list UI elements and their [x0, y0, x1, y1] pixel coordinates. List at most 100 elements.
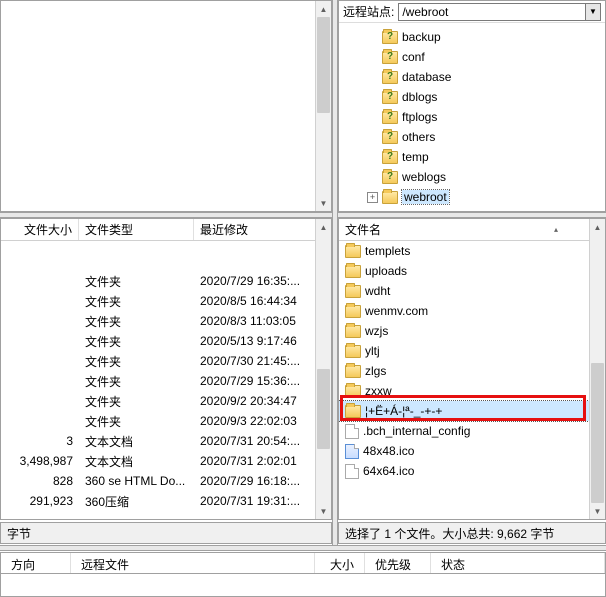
remote-status-bar: 选择了 1 个文件。大小总共: 9,662 字节: [338, 522, 606, 544]
tree-item-label: dblogs: [402, 90, 437, 104]
table-row[interactable]: 文件夹2020/8/3 11:03:05: [1, 311, 331, 331]
sort-asc-icon: ▴: [554, 225, 558, 234]
table-row[interactable]: 文件夹2020/9/3 22:02:03: [1, 411, 331, 431]
local-list-header[interactable]: 文件大小 文件类型 最近修改: [1, 219, 331, 241]
table-row[interactable]: 文件夹2020/7/29 15:36:...: [1, 371, 331, 391]
dropdown-icon[interactable]: ▼: [586, 3, 601, 21]
tree-item-label: others: [402, 130, 435, 144]
transfer-queue-body[interactable]: [0, 574, 606, 597]
table-row[interactable]: 3,498,987文本文档2020/7/31 2:02:01: [1, 451, 331, 471]
folder-icon: [345, 305, 361, 318]
tree-item[interactable]: dblogs: [339, 87, 605, 107]
tree-item[interactable]: + webroot: [339, 187, 605, 207]
remote-address-bar: 远程站点: /webroot ▼: [339, 1, 605, 23]
list-item[interactable]: wdht: [339, 281, 605, 301]
folder-icon: [382, 151, 398, 164]
expand-icon[interactable]: +: [367, 192, 378, 203]
file-name: 48x48.ico: [363, 444, 414, 458]
scrollbar[interactable]: ▲ ▼: [315, 1, 331, 211]
list-item[interactable]: 48x48.ico: [339, 441, 605, 461]
transfer-queue-header[interactable]: 方向 远程文件 大小 优先级 状态: [0, 552, 606, 574]
scroll-up-icon[interactable]: ▲: [590, 219, 605, 235]
scroll-down-icon[interactable]: ▼: [316, 503, 331, 519]
tree-item[interactable]: temp: [339, 147, 605, 167]
folder-icon: [382, 31, 398, 44]
scroll-up-icon[interactable]: ▲: [316, 219, 331, 235]
list-item[interactable]: 64x64.ico: [339, 461, 605, 481]
list-item[interactable]: ¦+Ë+Á-¦ª-_-+-+: [339, 401, 605, 421]
list-item[interactable]: yltj: [339, 341, 605, 361]
file-name: ¦+Ë+Á-¦ª-_-+-+: [365, 404, 442, 418]
list-item[interactable]: wzjs: [339, 321, 605, 341]
list-item[interactable]: uploads: [339, 261, 605, 281]
tree-item[interactable]: database: [339, 67, 605, 87]
scroll-thumb[interactable]: [591, 363, 604, 503]
scrollbar[interactable]: ▲ ▼: [589, 219, 605, 519]
folder-icon: [345, 285, 361, 298]
table-row[interactable]: 文件夹2020/9/2 20:34:47: [1, 391, 331, 411]
col-type[interactable]: 文件类型: [79, 219, 194, 240]
col-remote-file[interactable]: 远程文件: [71, 553, 315, 573]
col-size[interactable]: 文件大小: [1, 219, 79, 240]
folder-icon: [345, 365, 361, 378]
col-status[interactable]: 状态: [431, 553, 605, 573]
tree-item-label: webroot: [402, 190, 449, 204]
file-name: wenmv.com: [365, 304, 428, 318]
remote-list-header[interactable]: 文件名▴: [339, 219, 605, 241]
file-icon: [345, 464, 359, 479]
file-name: yltj: [365, 344, 380, 358]
tree-item[interactable]: weblogs: [339, 167, 605, 187]
tree-item[interactable]: conf: [339, 47, 605, 67]
folder-icon: [345, 345, 361, 358]
list-item[interactable]: .bch_internal_config: [339, 421, 605, 441]
folder-icon: [345, 265, 361, 278]
tree-item-label: temp: [402, 150, 429, 164]
col-size[interactable]: 大小: [315, 553, 365, 573]
list-item[interactable]: zxxw: [339, 381, 605, 401]
col-filename[interactable]: 文件名▴: [339, 219, 605, 240]
table-row[interactable]: 3文本文档2020/7/31 20:54:...: [1, 431, 331, 451]
file-icon: [345, 424, 359, 439]
folder-icon: [382, 91, 398, 104]
table-row[interactable]: 文件夹2020/7/29 16:35:...: [1, 271, 331, 291]
col-modified[interactable]: 最近修改: [194, 219, 331, 240]
table-row[interactable]: 文件夹2020/5/13 9:17:46: [1, 331, 331, 351]
remote-site-label: 远程站点:: [343, 3, 394, 20]
tree-item[interactable]: others: [339, 127, 605, 147]
file-name: uploads: [365, 264, 407, 278]
file-name: wzjs: [365, 324, 388, 338]
col-direction[interactable]: 方向: [1, 553, 71, 573]
list-item[interactable]: templets: [339, 241, 605, 261]
folder-icon: [382, 131, 398, 144]
list-item[interactable]: zlgs: [339, 361, 605, 381]
file-name: zxxw: [365, 384, 392, 398]
scroll-down-icon[interactable]: ▼: [590, 503, 605, 519]
folder-icon: [345, 325, 361, 338]
tree-item[interactable]: ftplogs: [339, 107, 605, 127]
file-name: wdht: [365, 284, 390, 298]
remote-tree[interactable]: backup confdatabase dblogs ftplogs others tem…: [339, 23, 605, 211]
tree-item[interactable]: backup: [339, 27, 605, 47]
file-name: 64x64.ico: [363, 464, 414, 478]
scroll-thumb[interactable]: [317, 17, 330, 113]
table-row[interactable]: 文件夹2020/8/5 16:44:34: [1, 291, 331, 311]
scroll-down-icon[interactable]: ▼: [316, 195, 331, 211]
file-name: .bch_internal_config: [363, 424, 470, 438]
table-row[interactable]: 291,923360压缩2020/7/31 19:31:...: [1, 491, 331, 511]
remote-list-body[interactable]: templets uploads wdht wenmv.com wzjs yltj zlgs…: [339, 241, 605, 481]
scroll-up-icon[interactable]: ▲: [316, 1, 331, 17]
tree-item-label: backup: [402, 30, 441, 44]
local-list-body[interactable]: 文件夹2020/7/29 16:35:...文件夹2020/8/5 16:44:…: [1, 241, 331, 511]
file-name: zlgs: [365, 364, 386, 378]
folder-icon: [345, 405, 361, 418]
scroll-thumb[interactable]: [317, 369, 330, 449]
table-row[interactable]: 828360 se HTML Do...2020/7/29 16:18:...: [1, 471, 331, 491]
scrollbar[interactable]: ▲ ▼: [315, 219, 331, 519]
list-item[interactable]: wenmv.com: [339, 301, 605, 321]
remote-file-list: 文件名▴ templets uploads wdht wenmv.com wzjs ylt…: [338, 218, 606, 520]
folder-icon: [382, 191, 398, 204]
horizontal-splitter-bottom[interactable]: [0, 545, 606, 551]
col-priority[interactable]: 优先级: [365, 553, 431, 573]
table-row[interactable]: 文件夹2020/7/30 21:45:...: [1, 351, 331, 371]
remote-path-input[interactable]: /webroot: [398, 3, 586, 21]
